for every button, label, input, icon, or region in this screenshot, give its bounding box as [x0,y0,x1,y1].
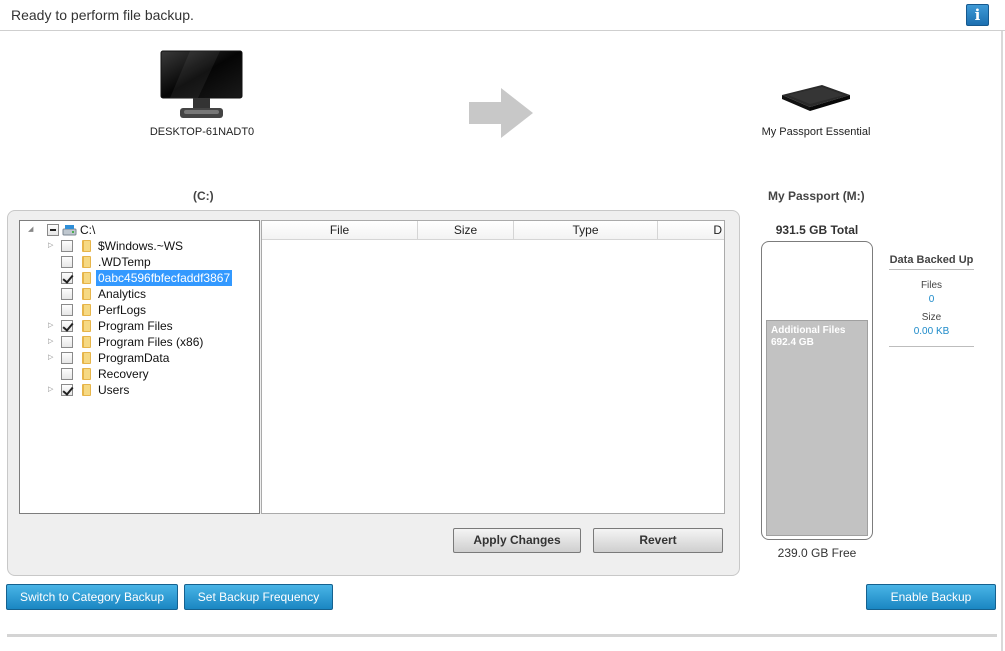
expand-arrow-icon[interactable]: ▷ [48,385,56,395]
computer-monitor-icon [160,50,243,118]
hard-drive-icon [62,225,77,236]
column-header-date[interactable]: D [658,221,724,240]
tree-item-checkbox[interactable] [61,288,73,300]
file-list-header: File Size Type D [262,221,724,240]
backed-divider [889,346,974,347]
destination-drive-label: My Passport (M:) [768,189,865,203]
tree-item-checkbox[interactable] [61,256,73,268]
folder-icon [80,288,91,300]
tree-item[interactable]: ▷ Program Files [26,318,246,334]
tree-item[interactable]: ▷ Users [26,382,246,398]
tree-item-label[interactable]: PerfLogs [96,302,148,318]
tree-item-label[interactable]: Analytics [96,286,148,302]
folder-tree[interactable]: ◢ C:\ ▷ $Windows.~WS .WDTemp 0abc4596fbfecf… [19,220,260,514]
expand-arrow-icon[interactable]: ▷ [48,321,56,331]
collapse-arrow-icon[interactable]: ◢ [28,225,36,235]
tree-item-label[interactable]: Recovery [96,366,151,382]
folder-icon [80,320,91,332]
folder-icon [80,304,91,316]
window-edge [1001,31,1003,651]
external-drive-icon [782,85,850,111]
column-header-size[interactable]: Size [418,221,514,240]
backed-size-value: 0.00 KB [913,326,950,337]
computer-name: DESKTOP-61NADT0 [149,126,255,138]
data-backed-up-title: Data Backed Up [889,254,974,270]
tree-item-label[interactable]: 0abc4596fbfecfaddf3867 [96,270,233,286]
tree-root[interactable]: ◢ C:\ [26,222,246,238]
folder-icon [80,256,91,268]
additional-files-label: Additional Files [771,325,846,336]
tree-item[interactable]: ▷ Program Files (x86) [26,334,246,350]
tree-item[interactable]: .WDTemp [26,254,246,270]
arrow-right-icon [469,88,533,138]
tree-item[interactable]: ▷ ProgramData [26,350,246,366]
folder-icon [80,240,91,252]
folder-icon [80,272,91,284]
revert-button[interactable]: Revert [593,528,723,553]
folder-icon [80,336,91,348]
enable-backup-button[interactable]: Enable Backup [866,584,996,610]
tree-item[interactable]: Recovery [26,366,246,382]
tree-item-checkbox[interactable] [61,352,73,364]
capacity-used-fill [766,320,868,536]
tree-item[interactable]: Analytics [26,286,246,302]
tree-item-label[interactable]: ProgramData [96,350,171,366]
backed-files-value: 0 [928,294,935,305]
tree-root-checkbox[interactable] [47,224,59,236]
apply-changes-button[interactable]: Apply Changes [453,528,581,553]
tree-item-label[interactable]: .WDTemp [96,254,153,270]
status-message: Ready to perform file backup. [11,7,194,23]
backed-files-label: Files [920,280,943,291]
tree-item-label[interactable]: Users [96,382,131,398]
tree-item[interactable]: PerfLogs [26,302,246,318]
tree-item-checkbox[interactable] [61,304,73,316]
tree-item-checkbox[interactable] [61,320,73,332]
footer-divider [7,634,997,637]
status-bar: Ready to perform file backup. i [0,0,1005,31]
column-header-file[interactable]: File [262,221,418,240]
tree-item-checkbox[interactable] [61,368,73,380]
source-drive-label: (C:) [193,189,214,203]
additional-files-value: 692.4 GB [771,337,814,348]
tree-item-checkbox[interactable] [61,240,73,252]
tree-item-checkbox[interactable] [61,272,73,284]
folder-icon [80,384,91,396]
tree-root-label: C:\ [80,223,96,237]
expand-arrow-icon[interactable]: ▷ [48,353,56,363]
expand-arrow-icon[interactable]: ▷ [48,337,56,347]
tree-item-label[interactable]: Program Files [96,318,175,334]
folder-icon [80,368,91,380]
switch-category-backup-button[interactable]: Switch to Category Backup [6,584,178,610]
set-backup-frequency-button[interactable]: Set Backup Frequency [184,584,333,610]
tree-item-checkbox[interactable] [61,384,73,396]
folder-icon [80,352,91,364]
info-icon[interactable]: i [966,4,989,26]
expand-arrow-icon[interactable]: ▷ [48,241,56,251]
file-list[interactable]: File Size Type D [261,220,725,514]
capacity-free: 239.0 GB Free [777,546,857,560]
backed-size-label: Size [921,312,942,323]
tree-item[interactable]: 0abc4596fbfecfaddf3867 [26,270,246,286]
tree-item-label[interactable]: $Windows.~WS [96,238,185,254]
column-header-type[interactable]: Type [514,221,658,240]
tree-item-label[interactable]: Program Files (x86) [96,334,205,350]
destination-device-name: My Passport Essential [761,126,871,138]
tree-item-checkbox[interactable] [61,336,73,348]
capacity-total: 931.5 GB Total [775,223,859,237]
tree-item[interactable]: ▷ $Windows.~WS [26,238,246,254]
